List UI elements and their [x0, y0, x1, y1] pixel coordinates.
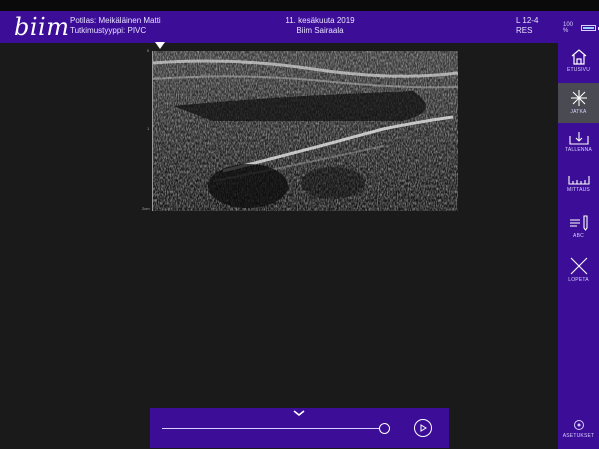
sidebar-item-save[interactable]: TALLENNA	[558, 125, 599, 165]
download-icon	[568, 132, 589, 145]
exam-type: Tutkimustyyppi: PIVC	[70, 26, 147, 35]
sidebar-item-label: JATKA	[570, 109, 587, 115]
sidebar-item-label: TALLENNA	[564, 147, 593, 153]
battery-icon	[580, 25, 597, 31]
sidebar-item-label: LOPETA	[568, 277, 589, 283]
home-icon	[571, 49, 586, 65]
play-button[interactable]	[414, 419, 432, 437]
sidebar-item-label: ASETUKSET	[562, 433, 595, 439]
depth-label-0: 0	[147, 48, 150, 53]
playback-bar	[150, 408, 449, 448]
sidebar-item-quit[interactable]: LOPETA	[558, 251, 599, 291]
depth-label-2: 2cm	[142, 206, 150, 211]
settings-icon	[573, 420, 584, 430]
playback-slider[interactable]	[162, 428, 384, 429]
sidebar-item-settings[interactable]: ASETUKSET	[558, 409, 599, 449]
battery-percent: 100 %	[563, 22, 574, 34]
exam-info: 11. kesäkuuta 2019 Biim Sairaala	[250, 16, 390, 36]
sidebar: ETUSIVU JATKA TALLENNA MITTAUS ABC LOPET	[558, 43, 599, 449]
depth-label-1: 1	[147, 126, 150, 131]
patient-name: Potilas: Meikäläinen Matti	[70, 16, 161, 25]
text-pen-icon	[569, 215, 588, 231]
play-icon	[420, 424, 427, 432]
chevron-down-icon[interactable]	[293, 410, 305, 416]
sidebar-item-label: MITTAUS	[567, 187, 590, 193]
ultrasound-image[interactable]	[153, 51, 458, 211]
sidebar-item-label: ABC	[573, 233, 584, 239]
probe-model: L 12-4	[516, 16, 539, 25]
ruler-icon	[567, 176, 590, 185]
hospital-name: Biim Sairaala	[296, 26, 344, 35]
biim-logo: biim	[14, 13, 70, 41]
sidebar-item-home[interactable]: ETUSIVU	[558, 43, 599, 83]
ultrasound-texture	[153, 51, 458, 211]
close-icon	[570, 257, 587, 275]
sidebar-item-measure[interactable]: MITTAUS	[558, 167, 599, 207]
orientation-marker	[155, 42, 165, 49]
sidebar-item-label: ETUSIVU	[566, 67, 591, 73]
snowflake-icon	[570, 90, 587, 106]
sidebar-item-annotate[interactable]: ABC	[558, 209, 599, 249]
exam-date: 11. kesäkuuta 2019	[285, 16, 355, 25]
header-bar: biim Potilas: Meikäläinen Matti Tutkimus…	[0, 11, 599, 43]
imaging-mode: RES	[516, 26, 533, 35]
sidebar-item-continue[interactable]: JATKA	[558, 83, 599, 123]
battery-indicator: 100 %	[563, 22, 599, 34]
status-strip	[0, 0, 599, 11]
patient-info: Potilas: Meikäläinen Matti Tutkimustyypp…	[70, 16, 161, 36]
probe-info: L 12-4 RES	[516, 16, 538, 36]
playback-slider-handle[interactable]	[379, 423, 390, 434]
